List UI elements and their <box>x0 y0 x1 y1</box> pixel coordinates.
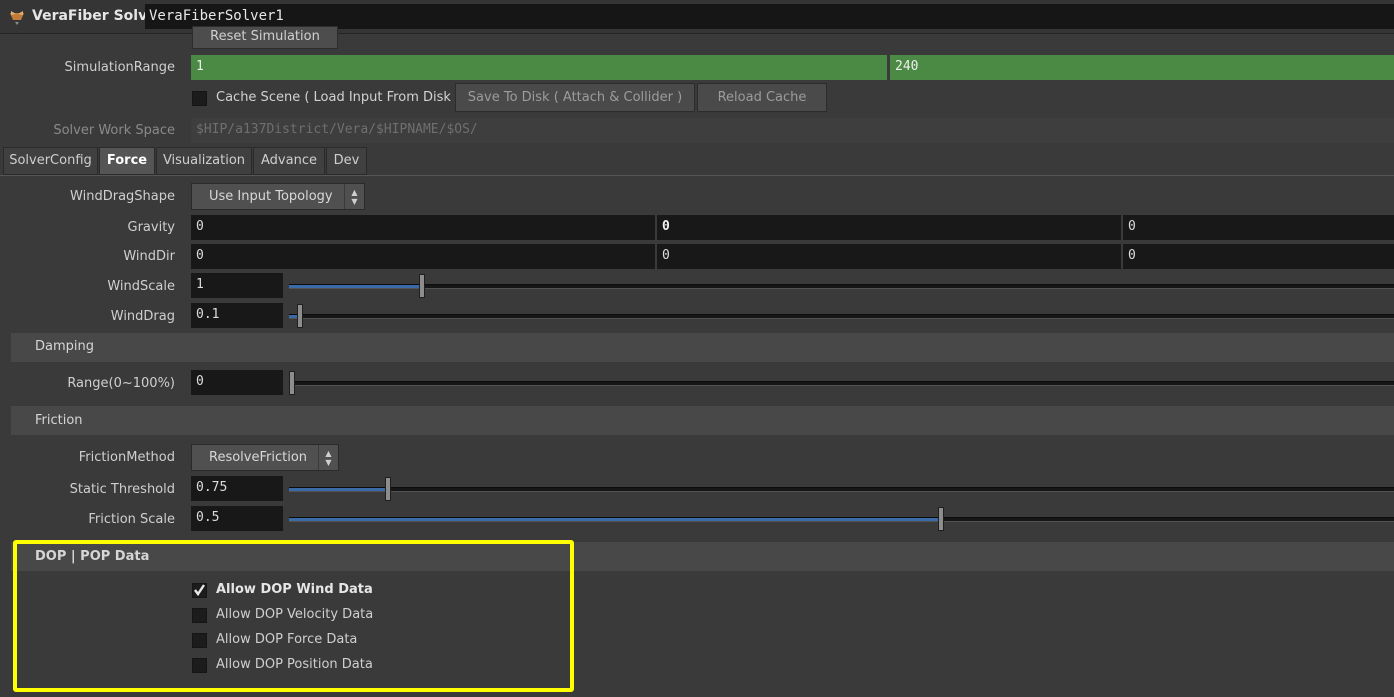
node-type-icon[interactable] <box>8 8 26 26</box>
save-to-disk-button[interactable]: Save To Disk ( Attach & Collider ) <box>455 83 695 112</box>
wind-drag-shape-value: Use Input Topology <box>209 189 333 204</box>
static-threshold-slider-handle[interactable] <box>385 477 391 501</box>
simulation-range-start[interactable]: 1 <box>191 55 887 80</box>
wind-dir-z-field[interactable]: 0 <box>1123 244 1394 269</box>
damping-range-slider[interactable] <box>289 371 1394 395</box>
tab-advance[interactable]: Advance <box>253 147 325 175</box>
friction-scale-slider[interactable] <box>289 507 1394 531</box>
wind-drag-slider[interactable] <box>289 304 1394 328</box>
wind-scale-field[interactable]: 1 <box>191 273 283 298</box>
tab-dev[interactable]: Dev <box>326 147 367 175</box>
tab-force[interactable]: Force <box>99 147 155 175</box>
cache-scene-label: Cache Scene ( Load Input From Disk ) <box>216 90 461 105</box>
friction-scale-field[interactable]: 0.5 <box>191 506 283 531</box>
wind-drag-slider-handle[interactable] <box>297 304 303 328</box>
friction-method-menu[interactable]: ResolveFriction ▲ ▼ <box>191 444 339 471</box>
wind-drag-shape-menu[interactable]: Use Input Topology ▲ ▼ <box>191 183 365 210</box>
simulation-range-label: SimulationRange <box>64 60 175 75</box>
static-threshold-slider-fill <box>289 488 388 491</box>
static-threshold-field[interactable]: 0.75 <box>191 476 283 501</box>
damping-range-field[interactable]: 0 <box>191 370 283 395</box>
reset-simulation-button[interactable]: Reset Simulation <box>192 26 338 49</box>
gravity-y-field[interactable]: 0 <box>657 215 1121 240</box>
wind-scale-slider-handle[interactable] <box>419 274 425 298</box>
workspace-field[interactable]: $HIP/a137District/Vera/$HIPNAME/$OS/ <box>191 118 1394 143</box>
damping-section-header[interactable]: Damping <box>11 333 1394 362</box>
wind-scale-slider-fill <box>289 285 422 288</box>
wind-drag-shape-label: WindDragShape <box>70 189 175 204</box>
damping-range-slider-handle[interactable] <box>289 371 295 395</box>
gravity-label: Gravity <box>127 220 175 235</box>
dropdown-arrows-icon: ▲ ▼ <box>344 184 364 209</box>
wind-dir-x-field[interactable]: 0 <box>191 244 655 269</box>
friction-section-title: Friction <box>35 413 83 428</box>
reload-cache-button[interactable]: Reload Cache <box>697 83 827 112</box>
node-type-label: VeraFiber Solver <box>32 8 164 24</box>
tab-visualization[interactable]: Visualization <box>156 147 252 175</box>
wind-drag-field[interactable]: 0.1 <box>191 303 283 328</box>
wind-dir-label: WindDir <box>123 249 175 264</box>
dropdown-arrows-icon: ▲ ▼ <box>318 445 338 470</box>
simulation-range-end[interactable]: 240 <box>890 55 1394 80</box>
friction-scale-slider-fill <box>289 518 941 521</box>
cache-scene-checkbox[interactable] <box>192 91 207 106</box>
friction-scale-label: Friction Scale <box>88 512 175 527</box>
wind-scale-label: WindScale <box>107 279 175 294</box>
friction-scale-slider-handle[interactable] <box>938 507 944 531</box>
friction-section-header[interactable]: Friction <box>11 406 1394 435</box>
wind-drag-label: WindDrag <box>110 309 175 324</box>
highlight-box <box>13 540 574 692</box>
wind-scale-slider[interactable] <box>289 274 1394 298</box>
static-threshold-label: Static Threshold <box>69 482 175 497</box>
friction-method-label: FrictionMethod <box>78 450 175 465</box>
static-threshold-slider[interactable] <box>289 477 1394 501</box>
tab-solverconfig[interactable]: SolverConfig <box>3 147 98 175</box>
damping-section-title: Damping <box>35 339 94 354</box>
gravity-z-field[interactable]: 0 <box>1123 215 1394 240</box>
wind-dir-y-field[interactable]: 0 <box>657 244 1121 269</box>
friction-method-value: ResolveFriction <box>209 450 308 465</box>
tab-bar-bottom-line <box>0 175 1394 176</box>
workspace-label: Solver Work Space <box>53 123 175 138</box>
damping-range-label: Range(0~100%) <box>67 376 175 391</box>
gravity-x-field[interactable]: 0 <box>191 215 655 240</box>
